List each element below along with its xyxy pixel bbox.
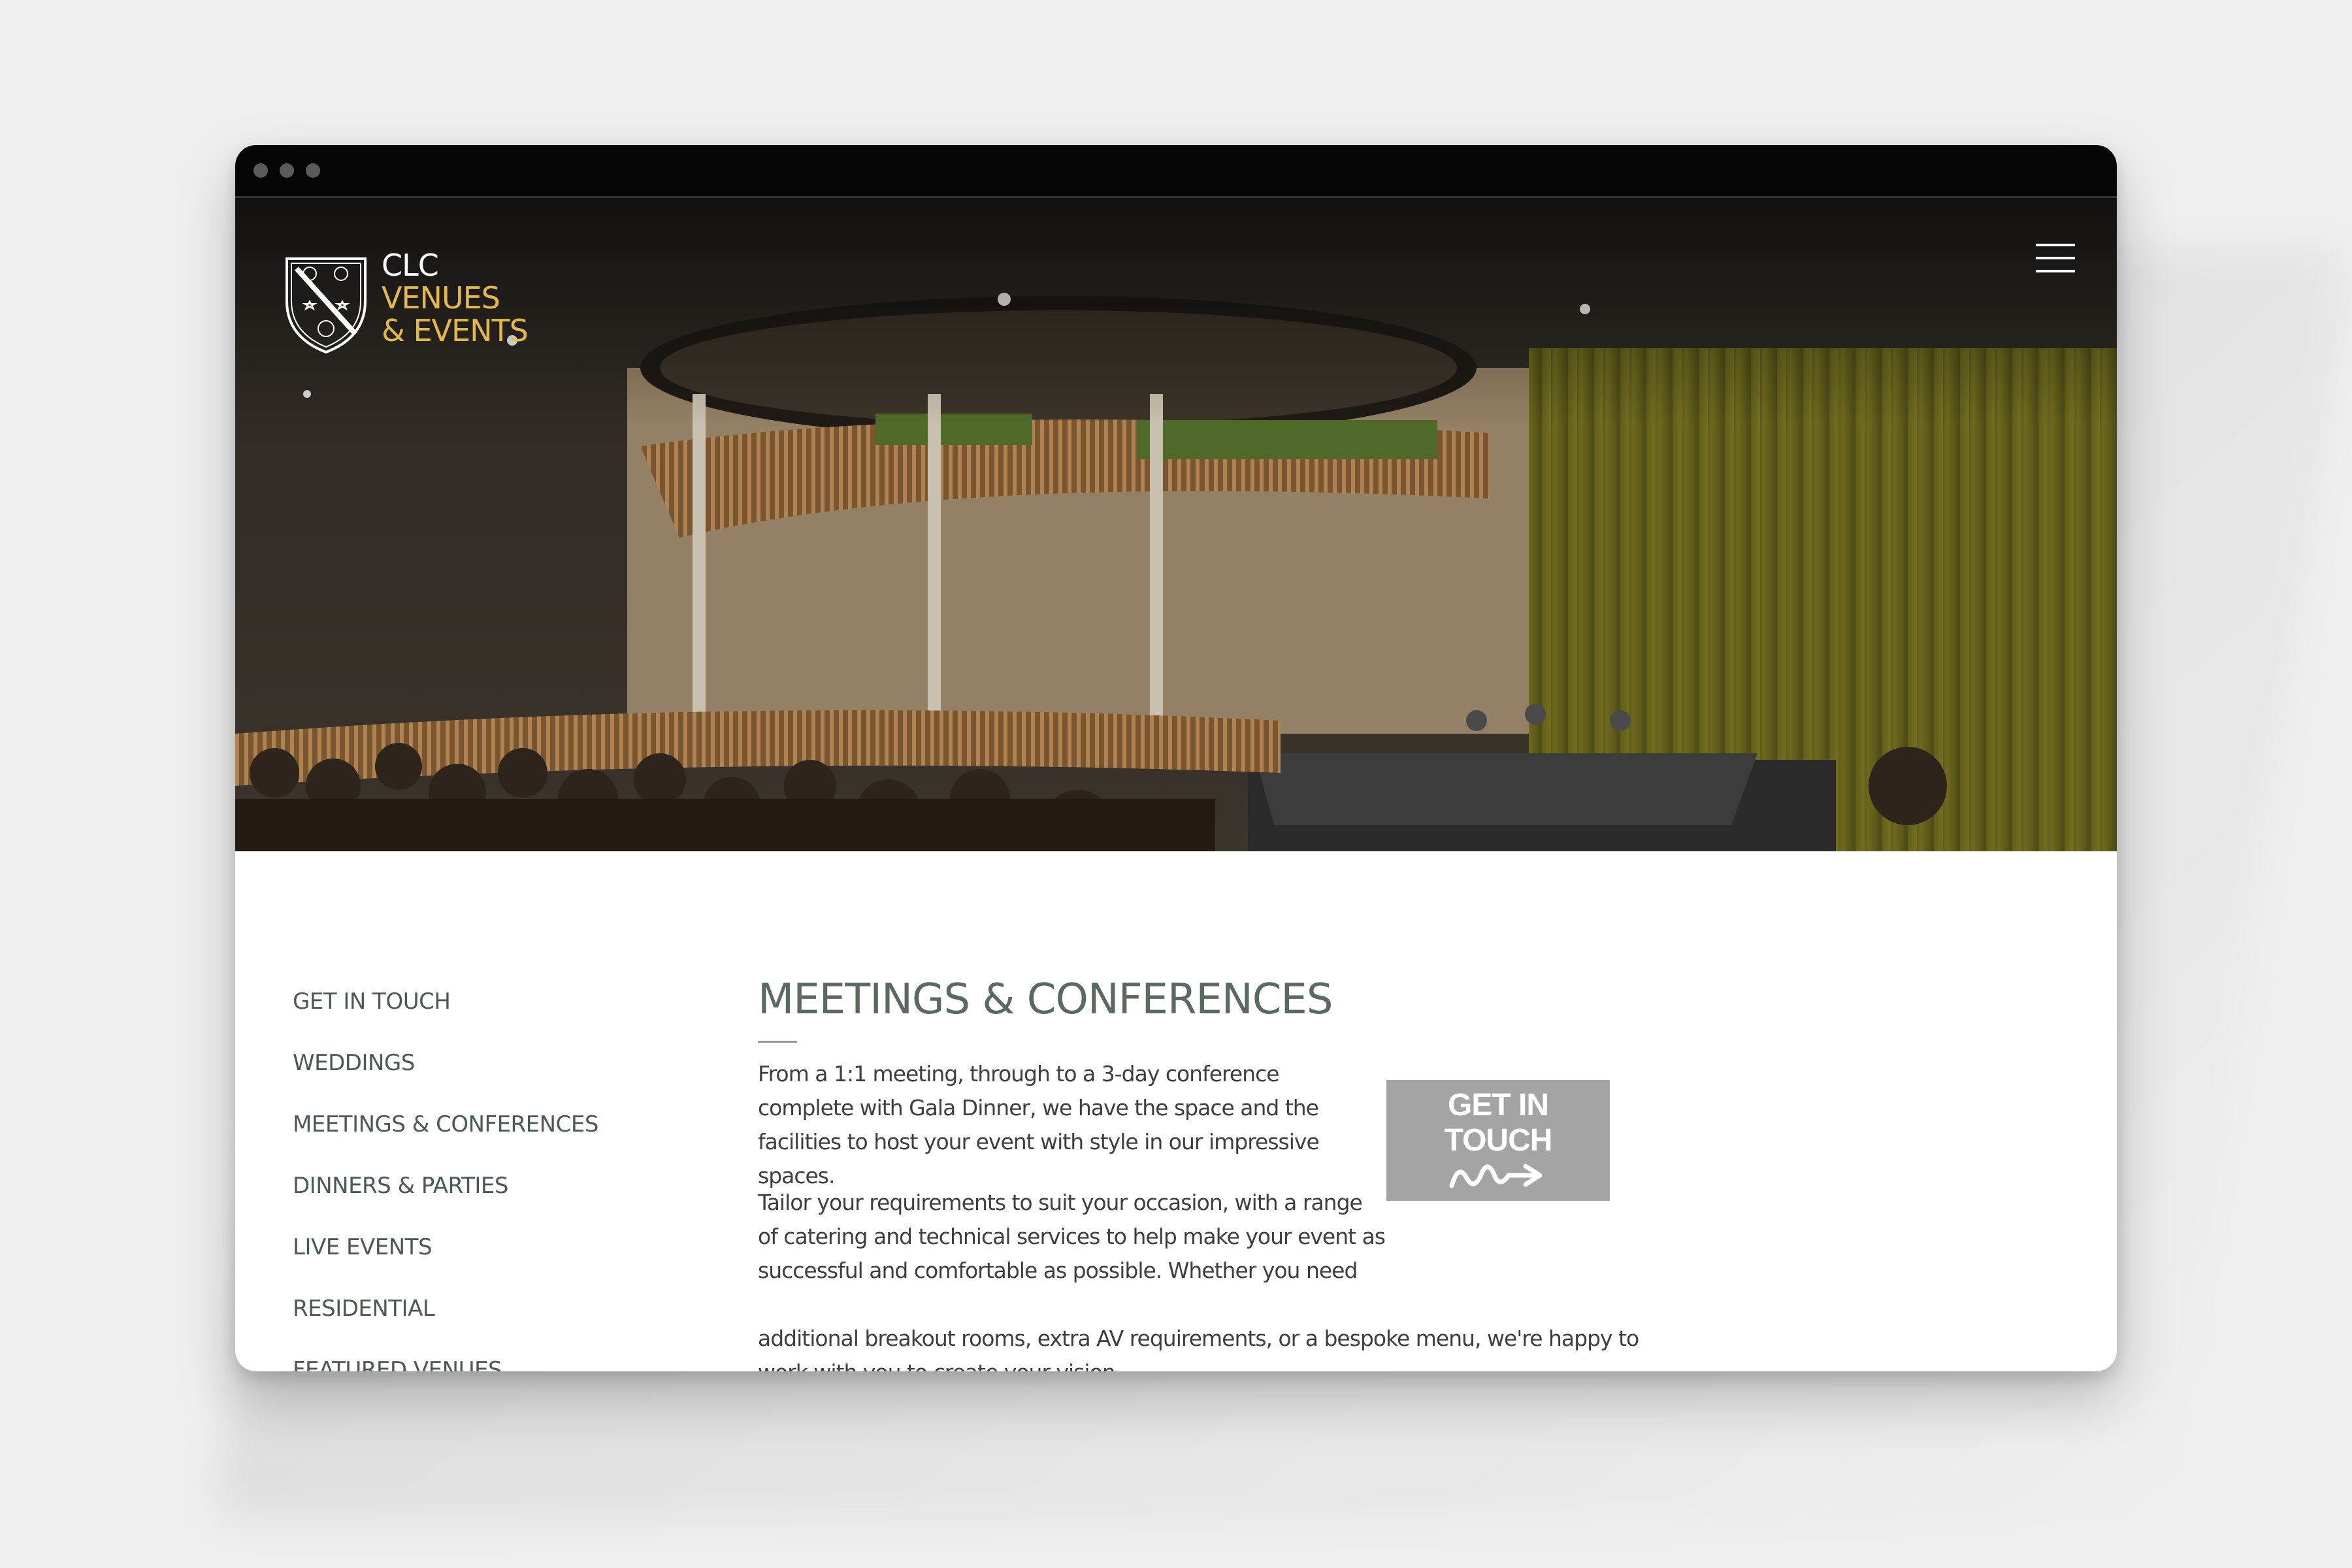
logo-line-clc: CLC <box>382 248 439 283</box>
title-underline <box>758 1041 797 1043</box>
browser-window: CLC VENUES & EVENTS GET IN TOUCH WEDDING… <box>235 145 2117 1371</box>
cta-label: GET IN TOUCH <box>1386 1088 1610 1158</box>
sidebar-item-meetings-conferences[interactable]: MEETINGS & CONFERENCES <box>293 1111 750 1173</box>
logo-wordmark: CLC VENUES & EVENTS <box>382 248 529 348</box>
crest-shield-icon <box>286 257 367 353</box>
cta-line-1: GET IN <box>1447 1088 1549 1122</box>
window-close-dot[interactable] <box>253 163 268 178</box>
window-titlebar <box>235 145 2117 198</box>
sidebar-item-live-events[interactable]: LIVE EVENTS <box>293 1234 750 1296</box>
intro-paragraph: From a 1:1 meeting, through to a 3-day c… <box>758 1061 1320 1188</box>
content-area: GET IN TOUCH WEDDINGS MEETINGS & CONFERE… <box>235 851 2117 1371</box>
cta-line-2: TOUCH <box>1444 1123 1553 1158</box>
hero-banner: CLC VENUES & EVENTS <box>235 198 2117 851</box>
logo-line-venues: VENUES <box>382 280 500 316</box>
side-navigation: GET IN TOUCH WEDDINGS MEETINGS & CONFERE… <box>293 988 750 1371</box>
services-paragraph-continued: additional breakout rooms, extra AV requ… <box>758 1326 1639 1371</box>
sidebar-item-dinners-parties[interactable]: DINNERS & PARTIES <box>293 1173 750 1234</box>
window-maximize-dot[interactable] <box>306 163 320 178</box>
sidebar-item-residential[interactable]: RESIDENTIAL <box>293 1296 750 1357</box>
sidebar-item-featured-venues[interactable]: FEATURED VENUES <box>293 1357 750 1371</box>
sidebar-item-get-in-touch[interactable]: GET IN TOUCH <box>293 988 750 1050</box>
page-title: MEETINGS & CONFERENCES <box>758 975 1333 1024</box>
logo-line-events: & EVENTS <box>382 313 529 348</box>
hamburger-menu-icon[interactable] <box>2036 244 2075 275</box>
squiggle-arrow-icon <box>1449 1164 1543 1188</box>
services-paragraph: Tailor your requirements to suit your oc… <box>758 1190 1386 1283</box>
window-minimize-dot[interactable] <box>280 163 294 178</box>
site-logo[interactable]: CLC VENUES & EVENTS <box>284 249 558 373</box>
sidebar-item-weddings[interactable]: WEDDINGS <box>293 1050 750 1111</box>
get-in-touch-button[interactable]: GET IN TOUCH <box>1386 1080 1610 1201</box>
